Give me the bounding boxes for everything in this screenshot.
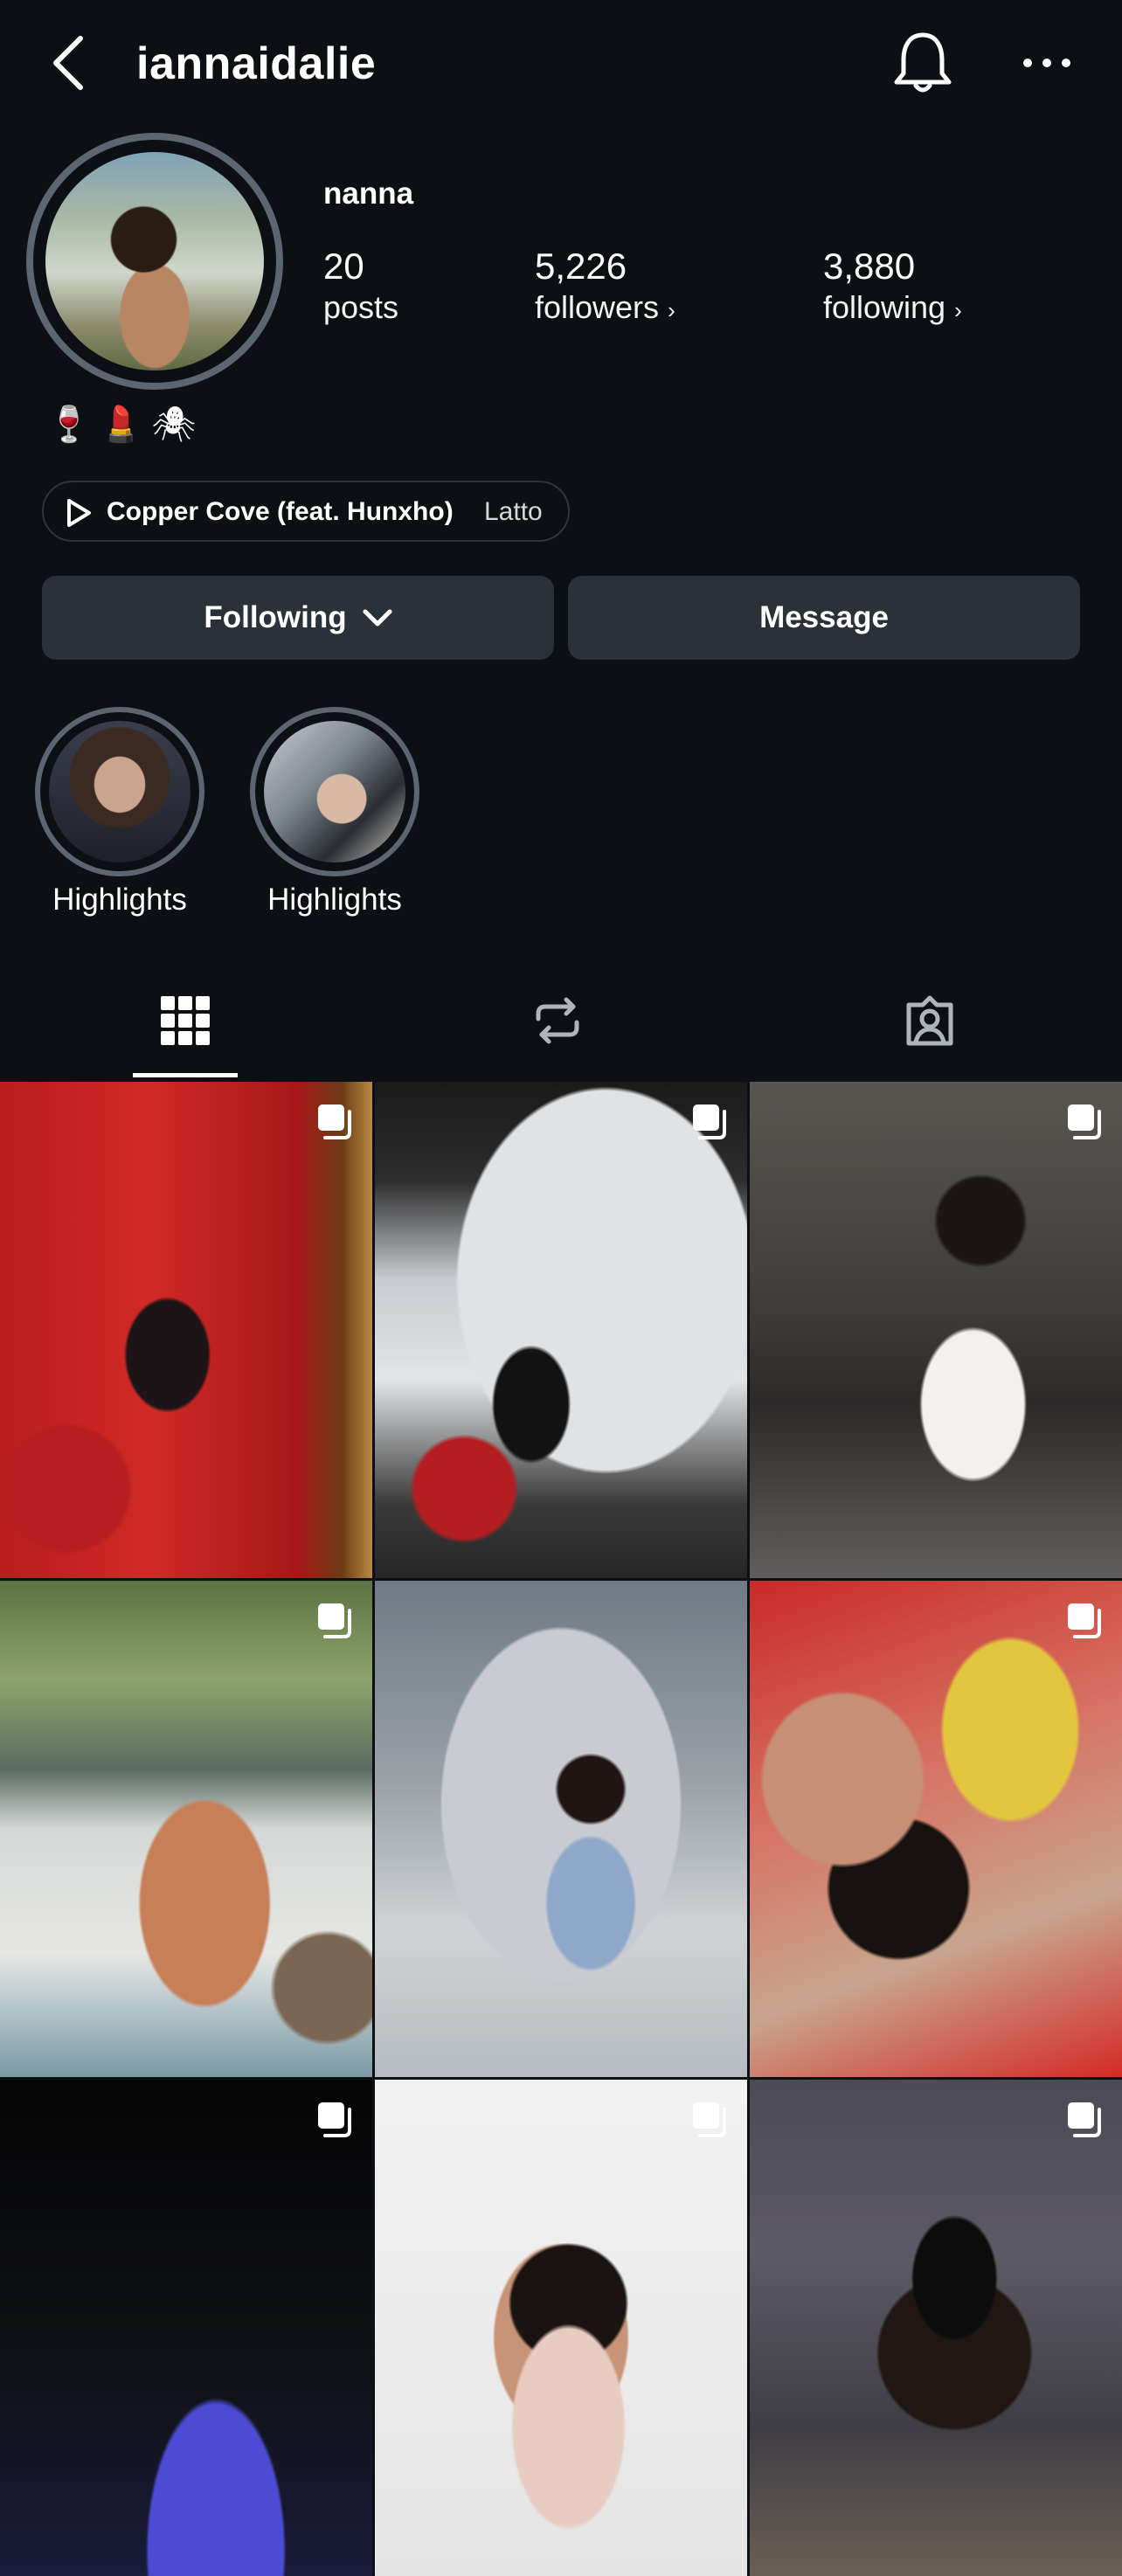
post-thumbnail[interactable] bbox=[375, 1082, 747, 1578]
play-icon bbox=[67, 499, 91, 527]
tagged-icon[interactable] bbox=[902, 993, 958, 1049]
followers-count: 5,226 bbox=[535, 246, 627, 287]
posts-grid bbox=[0, 1082, 1122, 2576]
song-title: Copper Cove (feat. Hunxho) bbox=[107, 497, 454, 526]
song-artist: Latto bbox=[484, 497, 543, 526]
post-thumbnail[interactable] bbox=[0, 1581, 372, 2077]
highlight-cover bbox=[49, 721, 190, 862]
highlight-label: Highlights bbox=[267, 883, 402, 917]
selected-tab-indicator bbox=[133, 1073, 238, 1077]
back-chevron-icon[interactable] bbox=[51, 35, 86, 91]
bell-icon[interactable] bbox=[893, 30, 952, 96]
more-options-icon[interactable] bbox=[1022, 52, 1071, 73]
following-stat[interactable]: 3,880 following › bbox=[823, 245, 962, 329]
carousel-icon bbox=[693, 2102, 726, 2137]
following-button-label: Following bbox=[204, 600, 347, 634]
posts-count: 20 bbox=[323, 246, 364, 287]
message-button[interactable]: Message bbox=[568, 576, 1080, 660]
highlight-cover bbox=[264, 721, 405, 862]
chevron-right-icon: › bbox=[668, 297, 675, 323]
highlight-label: Highlights bbox=[52, 883, 187, 917]
carousel-icon bbox=[318, 1603, 351, 1638]
bio-emojis: 🍷💄🕷 bbox=[47, 405, 205, 445]
following-label: following bbox=[823, 289, 946, 325]
carousel-icon bbox=[1068, 2102, 1101, 2137]
highlight-2[interactable] bbox=[250, 707, 419, 876]
post-thumbnail[interactable] bbox=[375, 2080, 747, 2576]
carousel-icon bbox=[1068, 1603, 1101, 1638]
display-name: nanna bbox=[323, 177, 414, 211]
chevron-down-icon bbox=[363, 609, 392, 627]
highlight-1[interactable] bbox=[35, 707, 204, 876]
posts-label: posts bbox=[323, 289, 399, 325]
post-thumbnail[interactable] bbox=[750, 2080, 1122, 2576]
post-thumbnail[interactable] bbox=[375, 1581, 747, 2077]
carousel-icon bbox=[318, 1104, 351, 1139]
carousel-icon bbox=[318, 2102, 351, 2137]
carousel-icon bbox=[1068, 1104, 1101, 1139]
profile-music-pill[interactable]: Copper Cove (feat. Hunxho) Latto bbox=[42, 481, 570, 542]
post-thumbnail[interactable] bbox=[0, 1082, 372, 1578]
chevron-right-icon: › bbox=[954, 297, 962, 323]
post-thumbnail[interactable] bbox=[750, 1581, 1122, 2077]
profile-avatar[interactable] bbox=[26, 133, 283, 390]
followers-stat[interactable]: 5,226 followers › bbox=[535, 245, 675, 329]
following-button[interactable]: Following bbox=[42, 576, 554, 660]
following-count: 3,880 bbox=[823, 246, 916, 287]
post-thumbnail[interactable] bbox=[0, 2080, 372, 2576]
post-thumbnail[interactable] bbox=[750, 1082, 1122, 1578]
avatar-image bbox=[45, 152, 264, 370]
carousel-icon bbox=[693, 1104, 726, 1139]
reposts-icon[interactable] bbox=[530, 993, 585, 1049]
grid-icon[interactable] bbox=[157, 993, 213, 1049]
posts-stat: 20 posts bbox=[323, 245, 398, 327]
followers-label: followers bbox=[535, 289, 660, 325]
profile-username: iannaidalie bbox=[136, 38, 377, 89]
message-button-label: Message bbox=[759, 600, 889, 634]
